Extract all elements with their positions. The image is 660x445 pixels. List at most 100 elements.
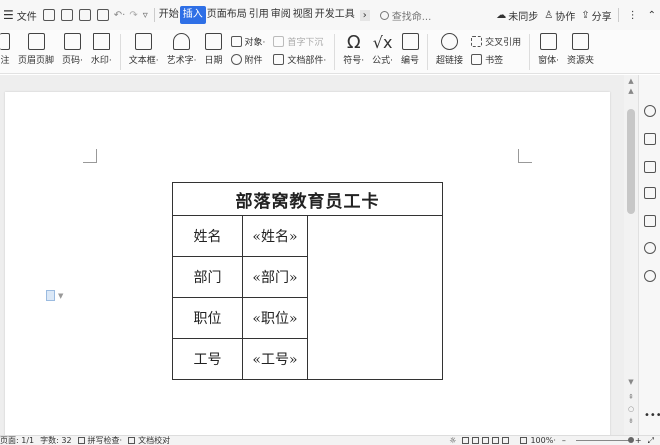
scrollbar-thumb[interactable] [627,109,635,214]
save-icon[interactable] [42,9,55,21]
collaborate-button[interactable]: ♙ 协作 [541,0,578,30]
more-tools-icon[interactable]: ••• [644,410,660,421]
export-pdf-icon[interactable] [60,9,73,21]
rocket-icon[interactable] [644,105,656,117]
formula-button[interactable]: √x 公式· [368,30,397,66]
right-side-toolbar: ••• [638,75,660,435]
merge-field[interactable]: «姓名» [242,215,308,257]
select-browse-icon[interactable]: ○ [627,405,635,413]
row-label[interactable]: 部门 [172,256,243,298]
sliders-icon[interactable] [644,187,656,199]
more-tabs-icon[interactable]: › [359,9,370,21]
zoom-out-button[interactable]: – [562,436,566,445]
paperclip-icon [230,53,242,65]
sync-button[interactable]: ☁ 未同步 [493,0,541,30]
numbering-button[interactable]: 编号 [397,30,423,66]
tab-page-layout[interactable]: 页面布局 [206,6,248,24]
scroll-page-up-icon[interactable]: ▲ [627,87,635,95]
calendar-icon [205,33,223,50]
compass-icon[interactable] [644,242,656,254]
quick-access-dropdown-icon[interactable]: ▿ [143,10,148,21]
page-number-button[interactable]: 页码· [58,30,87,66]
pointer-icon[interactable] [644,161,656,173]
cross-reference-button[interactable]: 交叉引用 [471,35,521,48]
page-info[interactable]: 页面: 1/1 [0,436,34,445]
tab-review[interactable]: 审阅 [270,6,292,24]
spellcheck-button[interactable]: 拼写检查· [77,435,123,445]
fit-page-icon[interactable] [520,437,528,444]
doc-parts-icon [273,53,285,65]
bookmark-button[interactable]: 书签 [471,53,521,66]
photo-cell[interactable] [307,215,443,380]
row-label[interactable]: 职位 [172,297,243,339]
more-options-icon[interactable]: ⋮ [622,10,644,21]
omega-icon: Ω [346,32,361,53]
merge-field[interactable]: «部门» [242,256,308,298]
word-count[interactable]: 字数: 32 [40,436,71,445]
pen-icon[interactable] [644,133,656,145]
cloud-icon: ☁ [496,9,507,21]
employee-card-table[interactable]: 部落窝教育员工卡 姓名 «姓名» 部门 «部门» 职位 «职位» 工号 «工号» [172,182,443,380]
textbox-button[interactable]: 文本框· [125,30,163,66]
table-row: 姓名 «姓名» [172,215,443,380]
document-page[interactable]: 部落窝教育员工卡 姓名 «姓名» 部门 «部门» 职位 «职位» 工号 «工号» [5,92,610,435]
merge-field[interactable]: «工号» [242,338,308,380]
date-button[interactable]: 日期 [201,30,227,66]
row-label[interactable]: 工号 [172,338,243,380]
tab-view[interactable]: 视图 [292,6,314,24]
document-canvas[interactable]: 部落窝教育员工卡 姓名 «姓名» 部门 «部门» 职位 «职位» 工号 «工号» [0,75,638,435]
attachment-button[interactable]: 附件 [230,53,266,66]
share-button[interactable]: ⇪ 分享 [578,0,614,30]
watermark-button[interactable]: 水印· [87,30,116,66]
resources-button[interactable]: 资源夹 [563,30,598,66]
scroll-down-icon[interactable]: ▼ [627,378,635,386]
footnote-button[interactable]: 注 [0,30,14,66]
proofread-button[interactable]: 文档校对 [128,436,170,445]
row-label[interactable]: 姓名 [172,215,243,257]
watermark-icon [92,33,110,50]
wordart-button[interactable]: 艺术字· [163,30,201,66]
page-view-icon[interactable] [462,437,470,444]
tab-insert[interactable]: 插入 [179,6,206,24]
print-preview-icon[interactable] [96,9,109,21]
fullscreen-icon[interactable]: ⤢ [648,436,654,445]
symbol-button[interactable]: Ω 符号· [339,30,368,67]
write-mode-icon[interactable] [502,437,510,444]
collapse-ribbon-icon[interactable]: ⌃ [644,10,660,21]
object-button[interactable]: 对象· [230,35,265,48]
scroll-up-icon[interactable]: ▲ [627,77,635,85]
tab-home[interactable]: 开始 [158,6,180,24]
tab-developer[interactable]: 开发工具 [314,6,356,24]
redo-icon[interactable]: ↷ [129,10,137,21]
reading-view-icon[interactable] [482,437,490,444]
form-button[interactable]: 窗体· [534,30,563,66]
card-title[interactable]: 部落窝教育员工卡 [172,182,443,216]
zoom-slider[interactable] [575,437,634,443]
main-menu-button[interactable]: ☰ 文件 [0,0,40,30]
proofread-icon [128,436,136,444]
paragraph-options-button[interactable]: ▼ [46,290,63,301]
tab-references[interactable]: 引用 [248,6,270,24]
outline-view-icon[interactable] [472,437,480,444]
help-icon[interactable] [644,270,656,282]
previous-page-icon[interactable]: ⇞ [627,393,635,401]
command-search[interactable]: 查找命... [379,8,431,23]
spellcheck-label: 拼写检查· [87,435,123,445]
doc-parts-button[interactable]: 文档部件· [273,53,326,66]
zoom-level[interactable]: 100%· [530,436,555,445]
merge-field[interactable]: «职位» [242,297,308,339]
image-icon[interactable] [644,215,656,227]
collaborate-label: 协作 [555,11,576,23]
header-footer-button[interactable]: 页眉页脚 [14,30,58,66]
vertical-scrollbar[interactable]: ▲ ▲ ▼ ⇞ ○ ⇟ [624,75,638,435]
undo-icon[interactable]: ↶· [114,10,126,21]
hyperlink-button[interactable]: 超链接 [432,30,467,66]
eye-protection-icon[interactable]: ☼ [449,436,456,445]
date-label: 日期 [204,56,223,66]
next-page-icon[interactable]: ⇟ [627,417,635,425]
web-view-icon[interactable] [492,437,500,444]
resources-label: 资源夹 [566,56,594,66]
dropcap-button[interactable]: 首字下沉 [273,35,326,48]
zoom-in-button[interactable]: + [635,436,642,445]
print-icon[interactable] [78,9,91,21]
